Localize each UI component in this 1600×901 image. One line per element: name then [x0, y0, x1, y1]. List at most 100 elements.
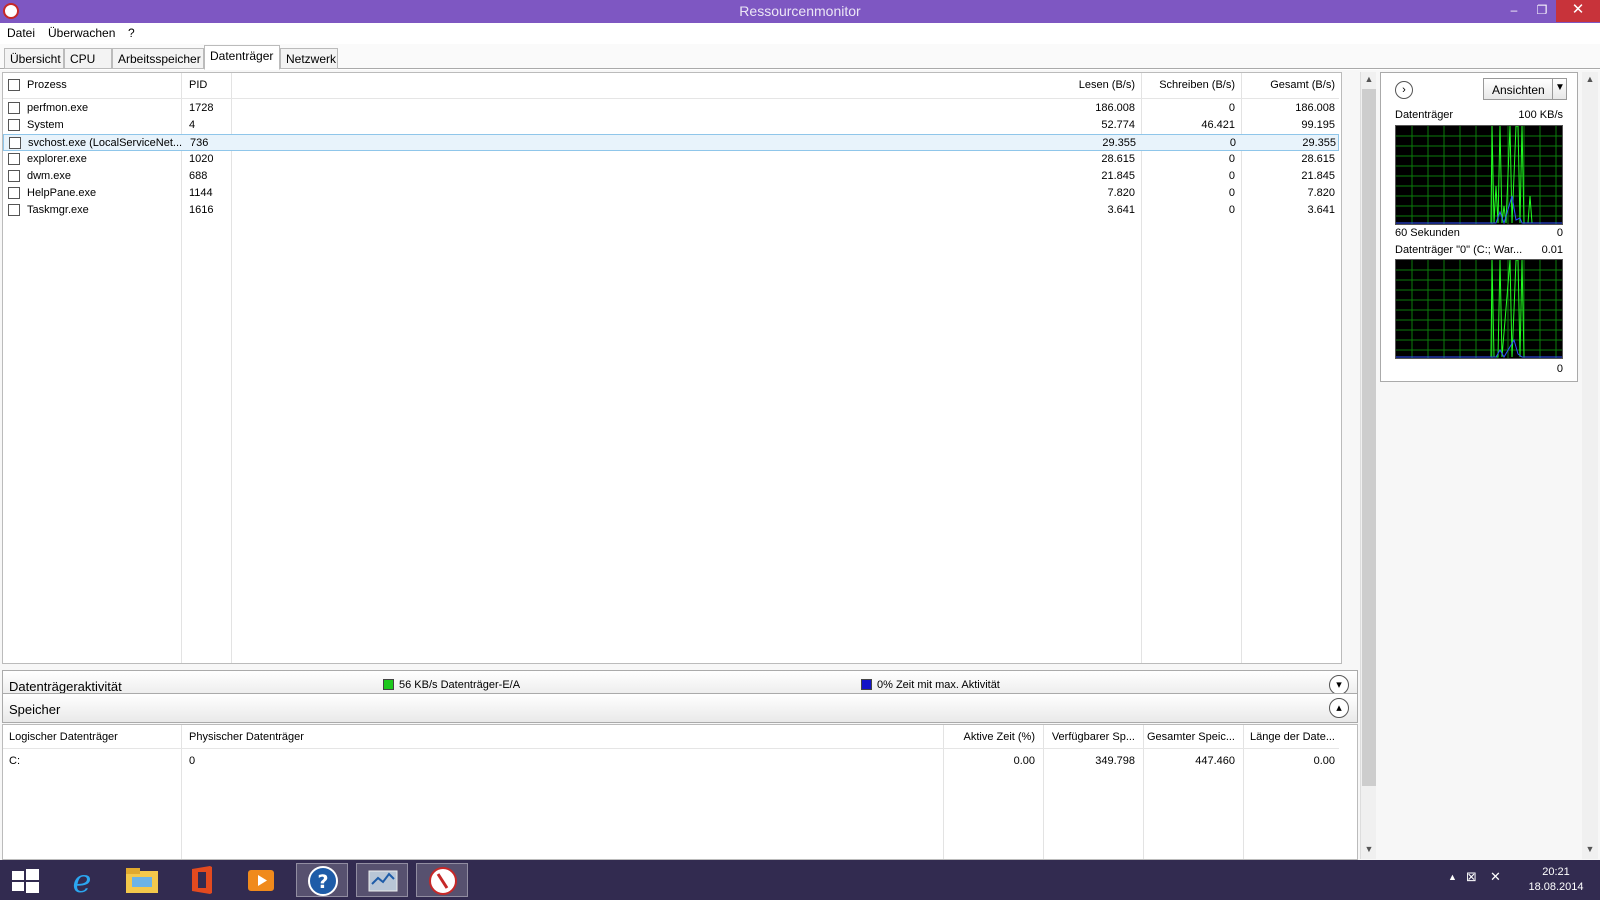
internet-explorer-icon[interactable]: e [56, 862, 108, 900]
tab-cpu[interactable]: CPU [64, 48, 112, 69]
media-player-icon[interactable] [236, 863, 288, 897]
table-row[interactable]: perfmon.exe 1728 186.008 0 186.008 [3, 100, 1339, 117]
minimize-button[interactable]: – [1500, 0, 1528, 22]
process-table: Prozess PID Lesen (B/s) Schreiben (B/s) … [2, 72, 1342, 664]
legend-max-activity: 0% Zeit mit max. Aktivität [861, 679, 1000, 691]
office-icon[interactable] [176, 863, 228, 897]
clock-time: 20:21 [1542, 866, 1570, 878]
side-scroll-down-arrow-icon[interactable]: ▼ [1582, 844, 1598, 854]
tab-uebersicht[interactable]: Übersicht [4, 48, 64, 69]
row-checkbox[interactable] [8, 187, 20, 199]
col-process[interactable]: Prozess [27, 79, 67, 91]
side-scroll-up-arrow-icon[interactable]: ▲ [1582, 74, 1598, 84]
process-pid: 1144 [189, 187, 213, 199]
storage-table: Logischer Datenträger Physischer Datentr… [2, 724, 1358, 860]
taskbar-clock[interactable]: 20:21 18.08.2014 [1520, 865, 1592, 895]
graph1-min: 0 [1556, 227, 1563, 239]
row-checkbox[interactable] [8, 170, 20, 182]
select-all-checkbox[interactable] [8, 79, 20, 91]
disk-graph-plot [1396, 125, 1562, 225]
collapse-chevron-up-icon[interactable]: ▴ [1329, 698, 1349, 718]
disk0-graph [1395, 259, 1563, 359]
process-total: 29.355 [1302, 137, 1336, 149]
views-button[interactable]: Ansichten ▼ [1483, 78, 1567, 100]
row-checkbox[interactable] [8, 119, 20, 131]
scroll-down-arrow-icon[interactable]: ▼ [1361, 844, 1377, 854]
expand-chevron-down-icon[interactable]: ▾ [1329, 675, 1349, 695]
scroll-up-arrow-icon[interactable]: ▲ [1361, 74, 1377, 84]
graph2-title: Datenträger "0" (C:; War... [1395, 244, 1523, 256]
graph2-max: 0.01 [1541, 244, 1563, 256]
legend-time-swatch [861, 679, 872, 690]
content-area: Prozess PID Lesen (B/s) Schreiben (B/s) … [0, 70, 1600, 860]
dropdown-arrow-icon: ▼ [1555, 82, 1565, 93]
tray-expand-arrow-icon[interactable]: ▲ [1448, 872, 1457, 882]
disk0-graph-plot [1396, 259, 1562, 358]
row-checkbox[interactable] [8, 153, 20, 165]
svg-text:e: e [73, 863, 92, 897]
process-pid: 4 [189, 119, 196, 131]
table-row[interactable]: System 4 52.774 46.421 99.195 [3, 117, 1339, 134]
graph2-min: 0 [1556, 363, 1563, 375]
row-checkbox[interactable] [8, 204, 20, 216]
process-pid: 1020 [189, 153, 214, 165]
storage-row[interactable]: C: 0 0.00 349.798 447.460 0.00 [3, 753, 1339, 770]
process-name: System [27, 119, 64, 131]
process-total: 3.641 [1307, 204, 1335, 216]
col-logical[interactable]: Logischer Datenträger [9, 731, 118, 743]
col-pid[interactable]: PID [189, 79, 207, 91]
taskbar: e ? ▲ ⊠ ✕ 20:21 18.08.2014 [0, 860, 1600, 900]
menu-help[interactable]: ? [128, 26, 135, 40]
table-row[interactable]: dwm.exe 688 21.845 0 21.845 [3, 168, 1339, 185]
col-total[interactable]: Gesamt (B/s) [1199, 79, 1335, 91]
process-pid: 688 [189, 170, 208, 182]
tab-datentraeger[interactable]: Datenträger [204, 45, 280, 70]
maximize-button[interactable]: ❐ [1528, 0, 1556, 22]
clock-date: 18.08.2014 [1528, 881, 1584, 893]
side-scrollbar[interactable]: ▲ ▼ [1582, 72, 1598, 859]
views-button-label: Ansichten [1492, 83, 1545, 97]
row-checkbox[interactable] [9, 137, 21, 149]
graph1-title: Datenträger [1395, 109, 1454, 121]
table-row[interactable]: explorer.exe 1020 28.615 0 28.615 [3, 151, 1339, 168]
process-pid: 736 [190, 137, 209, 149]
process-name: dwm.exe [27, 170, 72, 182]
scrollbar-thumb[interactable] [1362, 89, 1376, 786]
process-table-header: Prozess PID Lesen (B/s) Schreiben (B/s) … [3, 73, 1339, 99]
svg-text:?: ? [317, 871, 328, 893]
tab-netzwerk[interactable]: Netzwerk [280, 48, 338, 69]
performance-monitor-icon[interactable] [356, 863, 408, 897]
file-explorer-icon[interactable] [116, 863, 168, 897]
table-row[interactable]: Taskmgr.exe 1616 3.641 0 3.641 [3, 202, 1339, 219]
process-name: explorer.exe [27, 153, 87, 165]
tab-arbeitsspeicher[interactable]: Arbeitsspeicher [112, 48, 204, 69]
legend-time-label: 0% Zeit mit max. Aktivität [877, 679, 1000, 691]
collapse-panel-arrow-icon[interactable]: › [1395, 81, 1413, 99]
menu-ueberwachen[interactable]: Überwachen [48, 26, 115, 40]
resource-monitor-taskbar-icon[interactable] [416, 863, 468, 897]
menu-datei[interactable]: Datei [7, 26, 35, 40]
help-icon[interactable]: ? [296, 863, 348, 897]
col-physical[interactable]: Physischer Datenträger [189, 731, 304, 743]
legend-io-label: 56 KB/s Datenträger-E/A [399, 679, 521, 691]
graph1-span: 60 Sekunden [1395, 227, 1460, 239]
storage-header[interactable]: Speicher ▴ [2, 693, 1358, 723]
process-name: Taskmgr.exe [27, 204, 89, 216]
process-name: HelpPane.exe [27, 187, 97, 199]
col-queue-length[interactable]: Länge der Date... [1203, 731, 1335, 743]
row-checkbox[interactable] [8, 102, 20, 114]
process-pid: 1728 [189, 102, 214, 114]
process-total: 186.008 [1295, 102, 1335, 114]
volume-muted-icon[interactable]: ✕ [1490, 869, 1501, 885]
table-row[interactable]: HelpPane.exe 1144 7.820 0 7.820 [3, 185, 1339, 202]
menu-bar: Datei Überwachen ? [0, 23, 1600, 44]
storage-table-header: Logischer Datenträger Physischer Datentr… [3, 725, 1339, 749]
process-name: svchost.exe (LocalServiceNet... [28, 137, 183, 149]
process-total: 21.845 [1301, 170, 1335, 182]
network-status-icon[interactable]: ⊠ [1466, 869, 1477, 885]
start-windows-icon[interactable] [0, 863, 52, 897]
close-button[interactable]: ✕ [1556, 0, 1600, 22]
graph-side-panel: › Ansichten ▼ Datenträger 100 KB/s 60 Se… [1380, 72, 1578, 382]
main-scrollbar[interactable]: ▲ ▼ [1360, 72, 1376, 859]
table-row[interactable]: svchost.exe (LocalServiceNet... 736 29.355… [3, 134, 1339, 151]
